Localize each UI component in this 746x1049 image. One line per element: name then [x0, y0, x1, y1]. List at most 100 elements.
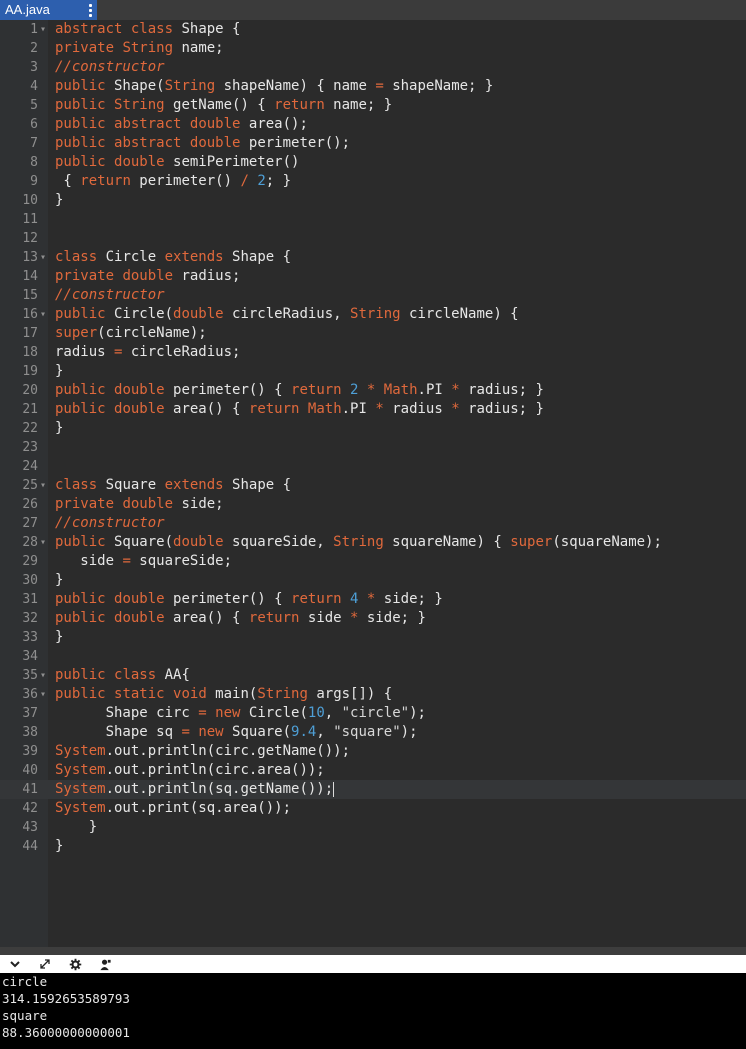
code-line[interactable]: 39 System.out.println(circ.getName()); [0, 742, 746, 761]
code-line[interactable]: 34 [0, 647, 746, 666]
code-text: side = squareSide; [55, 553, 233, 569]
code-line[interactable]: 17 super(circleName); [0, 324, 746, 343]
code-line[interactable]: 29 side = squareSide; [0, 552, 746, 571]
code-line[interactable]: 44} [0, 837, 746, 856]
gear-icon[interactable] [67, 956, 83, 972]
code-text: public Square(double squareSide, String … [55, 534, 662, 550]
fold-arrow-icon[interactable]: ▾ [39, 685, 47, 704]
fold-arrow-icon[interactable]: ▾ [39, 305, 47, 324]
tab-menu-icon[interactable] [83, 0, 97, 20]
code-line[interactable]: 1 ▾ abstract class Shape { [0, 20, 746, 39]
line-number: 2 [30, 41, 38, 56]
line-number: 36 [22, 687, 38, 702]
code-line[interactable]: 19} [0, 362, 746, 381]
code-line[interactable]: 27 //constructor [0, 514, 746, 533]
code-text: class Circle extends Shape { [55, 249, 292, 265]
fold-arrow-icon[interactable]: ▾ [39, 476, 47, 495]
code-text: System.out.println(circ.area()); [55, 762, 325, 778]
line-number: 17 [22, 326, 38, 341]
code-line[interactable]: 21 public double area() { return Math.PI … [0, 400, 746, 419]
line-number: 31 [22, 592, 38, 607]
line-number: 26 [22, 497, 38, 512]
code-text: public abstract double area(); [55, 116, 308, 132]
fold-arrow-icon[interactable]: ▾ [39, 533, 47, 552]
console-line: square [2, 1008, 48, 1023]
code-text: radius = circleRadius; [55, 344, 241, 360]
line-number: 25 [22, 478, 38, 493]
code-line[interactable]: 41 System.out.println(sq.getName()); [0, 780, 746, 799]
line-number: 12 [22, 231, 38, 246]
code-line[interactable]: 16 ▾ public Circle(double circleRadius, St… [0, 305, 746, 324]
code-line[interactable]: 6 public abstract double area(); [0, 115, 746, 134]
panel-divider[interactable] [0, 947, 746, 955]
code-line[interactable]: 26 private double side; [0, 495, 746, 514]
code-line[interactable]: 7 public abstract double perimeter(); [0, 134, 746, 153]
line-number: 24 [22, 459, 38, 474]
code-line[interactable]: 32 public double area() { return side * s… [0, 609, 746, 628]
code-line[interactable]: 18 radius = circleRadius; [0, 343, 746, 362]
code-line[interactable]: 4 public Shape(String shapeName) { name =… [0, 77, 746, 96]
code-text: public double perimeter() { return 2 * M… [55, 382, 544, 398]
code-line[interactable]: 40 System.out.println(circ.area()); [0, 761, 746, 780]
tab-bar: AA.java [0, 0, 746, 21]
code-line[interactable]: 10} [0, 191, 746, 210]
code-text: } [55, 572, 64, 588]
fold-arrow-icon[interactable]: ▾ [39, 248, 47, 267]
line-number: 44 [22, 839, 38, 854]
expand-icon[interactable] [37, 956, 53, 972]
line-number: 13 [22, 250, 38, 265]
code-line[interactable]: 9 { return perimeter() / 2; } [0, 172, 746, 191]
code-line[interactable]: 30} [0, 571, 746, 590]
line-number: 7 [30, 136, 38, 151]
user-icon[interactable] [97, 956, 113, 972]
code-line[interactable]: 8 public double semiPerimeter() [0, 153, 746, 172]
code-text: private double side; [55, 496, 224, 512]
code-text: public double area() { return side * sid… [55, 610, 426, 626]
line-number: 33 [22, 630, 38, 645]
line-number: 27 [22, 516, 38, 531]
code-text: //constructor [55, 287, 165, 303]
line-number: 8 [30, 155, 38, 170]
code-line[interactable]: 38 Shape sq = new Square(9.4, "square"); [0, 723, 746, 742]
code-text: } [55, 819, 98, 835]
code-line[interactable]: 20 public double perimeter() { return 2 *… [0, 381, 746, 400]
code-line[interactable]: 28 ▾ public Square(double squareSide, Stri… [0, 533, 746, 552]
line-number: 3 [30, 60, 38, 75]
code-editor[interactable]: 1 ▾ abstract class Shape {2 private String … [0, 20, 746, 947]
code-text: public String getName() { return name; } [55, 97, 393, 113]
fold-arrow-icon[interactable]: ▾ [39, 20, 47, 39]
code-line[interactable]: 11 [0, 210, 746, 229]
code-line[interactable]: 15 //constructor [0, 286, 746, 305]
fold-arrow-icon[interactable]: ▾ [39, 666, 47, 685]
code-line[interactable]: 35 ▾ public class AA{ [0, 666, 746, 685]
line-number: 29 [22, 554, 38, 569]
code-line[interactable]: 3 //constructor [0, 58, 746, 77]
code-line[interactable]: 12 [0, 229, 746, 248]
line-number: 41 [22, 782, 38, 797]
code-line[interactable]: 23 [0, 438, 746, 457]
code-text: { return perimeter() / 2; } [55, 173, 292, 189]
code-line[interactable]: 33} [0, 628, 746, 647]
code-text: public static void main(String args[]) { [55, 686, 393, 702]
code-line[interactable]: 25 ▾ class Square extends Shape { [0, 476, 746, 495]
line-number: 18 [22, 345, 38, 360]
code-line[interactable]: 42 System.out.print(sq.area()); [0, 799, 746, 818]
code-line[interactable]: 13 ▾ class Circle extends Shape { [0, 248, 746, 267]
code-line[interactable]: 5 public String getName() { return name; … [0, 96, 746, 115]
console-line: 88.36000000000001 [2, 1025, 130, 1040]
chevron-down-icon[interactable] [7, 956, 23, 972]
code-text: public double semiPerimeter() [55, 154, 300, 170]
line-number: 42 [22, 801, 38, 816]
code-line[interactable]: 14 private double radius; [0, 267, 746, 286]
code-line[interactable]: 37 Shape circ = new Circle(10, "circle")… [0, 704, 746, 723]
code-line[interactable]: 24 [0, 457, 746, 476]
code-line[interactable]: 36 ▾ public static void main(String args[]… [0, 685, 746, 704]
file-tab[interactable]: AA.java [0, 0, 97, 20]
code-line[interactable]: 2 private String name; [0, 39, 746, 58]
code-text: class Square extends Shape { [55, 477, 292, 493]
code-line[interactable]: 22} [0, 419, 746, 438]
line-number: 21 [22, 402, 38, 417]
line-number: 14 [22, 269, 38, 284]
code-line[interactable]: 43 } [0, 818, 746, 837]
code-line[interactable]: 31 public double perimeter() { return 4 *… [0, 590, 746, 609]
